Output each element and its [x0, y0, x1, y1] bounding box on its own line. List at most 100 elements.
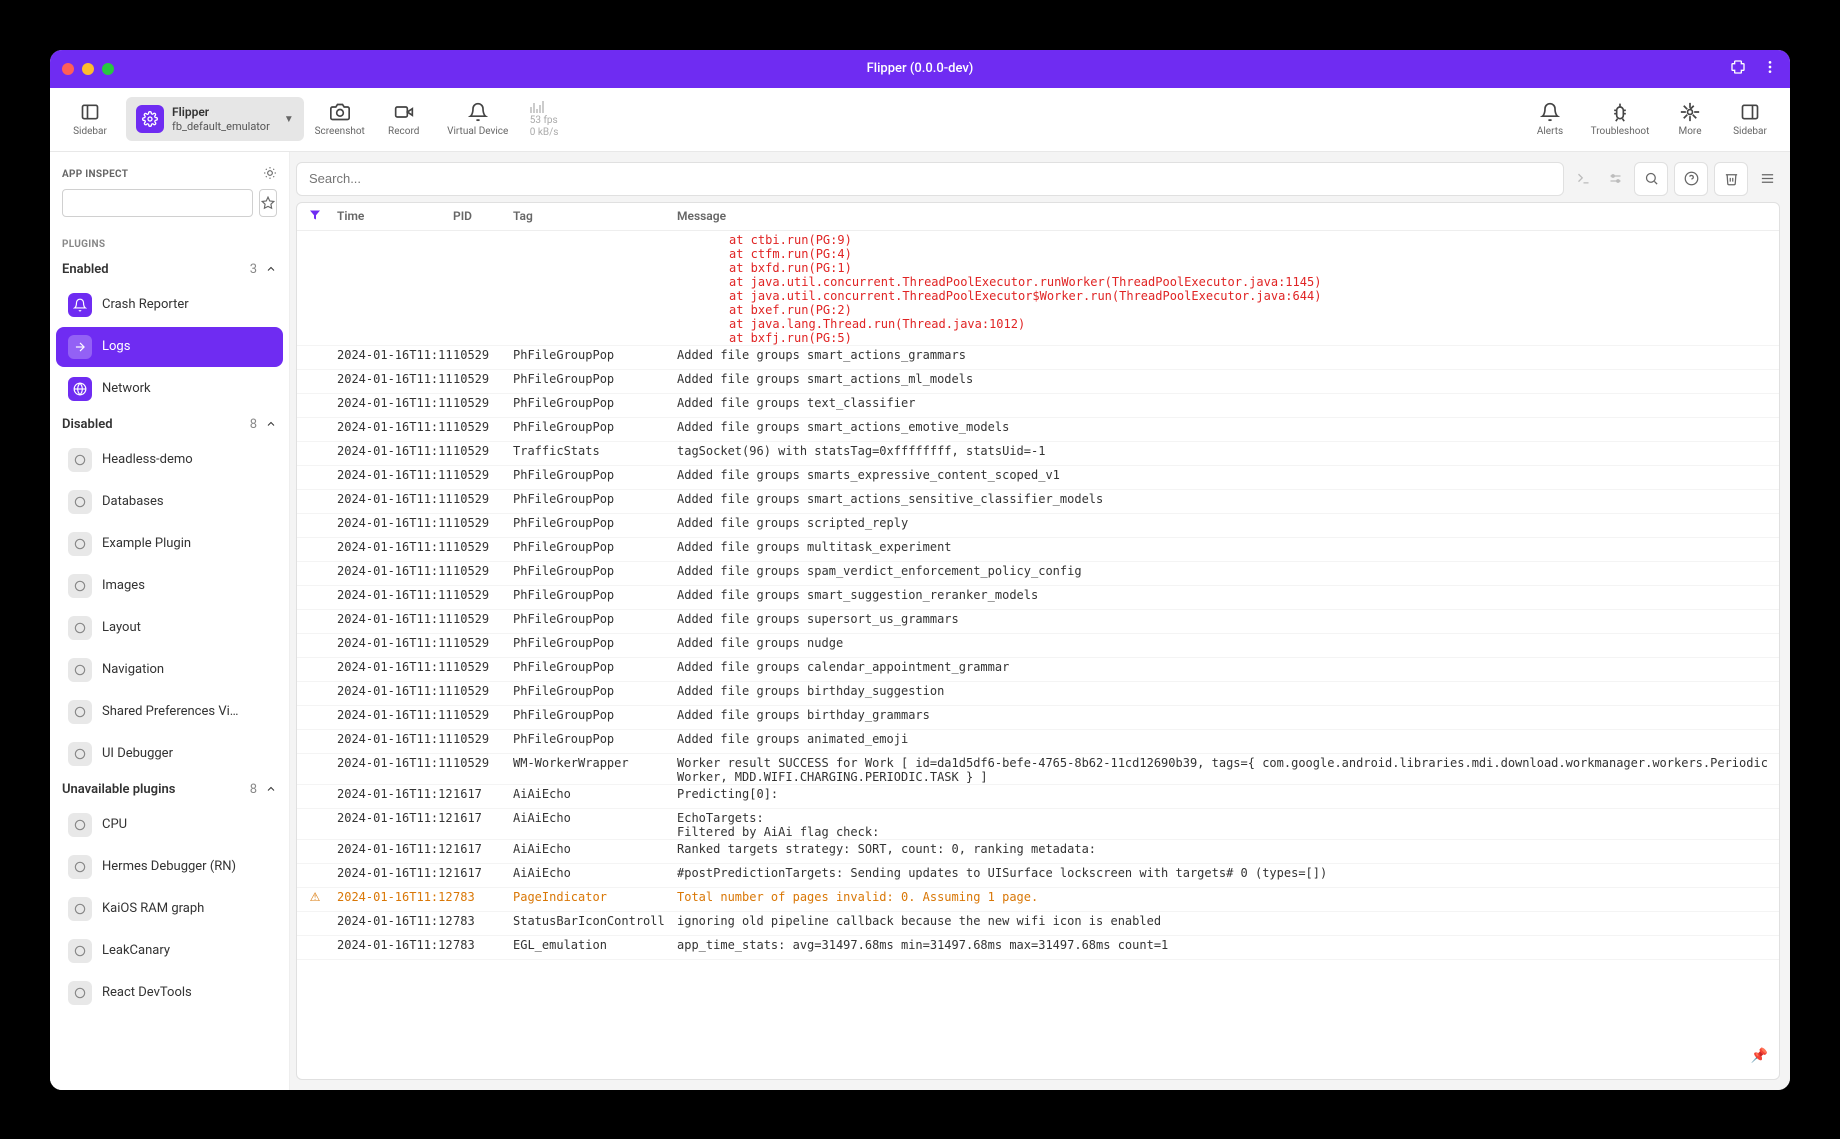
- log-row[interactable]: 2024-01-16T11:1110529PhFileGroupPopAdded…: [297, 586, 1779, 610]
- log-row[interactable]: 2024-01-16T11:1110529TrafficStatstagSock…: [297, 442, 1779, 466]
- plugin-item-leakcanary[interactable]: LeakCanary: [56, 931, 283, 971]
- log-row[interactable]: 2024-01-16T11:1110529PhFileGroupPopAdded…: [297, 346, 1779, 370]
- plugin-label: Images: [102, 578, 145, 593]
- log-msg: Predicting[0]:: [673, 787, 1779, 801]
- plugin-item-ui-debugger[interactable]: UI Debugger: [56, 734, 283, 774]
- log-row[interactable]: 2024-01-16T11:1110529PhFileGroupPopAdded…: [297, 610, 1779, 634]
- device-selector[interactable]: Flipper fb_default_emulator ▼: [126, 97, 304, 141]
- star-button[interactable]: [259, 189, 277, 217]
- col-msg-header[interactable]: Message: [673, 209, 1779, 223]
- log-pid: 783: [453, 914, 513, 928]
- log-row[interactable]: 2024-01-16T11:12783StatusBarIconControll…: [297, 912, 1779, 936]
- plugin-item-react-devtools[interactable]: React DevTools: [56, 973, 283, 1013]
- plugin-item-hermes-debugger-rn-[interactable]: Hermes Debugger (RN): [56, 847, 283, 887]
- plugin-item-navigation[interactable]: Navigation: [56, 650, 283, 690]
- log-row[interactable]: 2024-01-16T11:1110529PhFileGroupPopAdded…: [297, 394, 1779, 418]
- delete-button[interactable]: [1714, 162, 1748, 196]
- plugin-label: KaiOS RAM graph: [102, 901, 204, 916]
- col-time-header[interactable]: Time: [333, 209, 453, 223]
- log-row[interactable]: 2024-01-16T11:1110529PhFileGroupPopAdded…: [297, 514, 1779, 538]
- log-row[interactable]: 2024-01-16T11:1110529PhFileGroupPopAdded…: [297, 706, 1779, 730]
- plugin-item-headless-demo[interactable]: Headless-demo: [56, 440, 283, 480]
- plugin-icon: [68, 700, 92, 724]
- more-button[interactable]: More: [1662, 91, 1718, 147]
- sun-icon[interactable]: [263, 166, 277, 183]
- log-time: 2024-01-16T11:12: [333, 842, 453, 856]
- log-time: 2024-01-16T11:11: [333, 660, 453, 674]
- pin-icon[interactable]: 📌: [1751, 1048, 1768, 1064]
- help-button[interactable]: [1674, 162, 1708, 196]
- log-tag: PhFileGroupPop: [513, 708, 673, 722]
- group-enabled-header[interactable]: Enabled 3: [50, 256, 289, 283]
- log-pid: 10529: [453, 540, 513, 554]
- search-button[interactable]: [1634, 162, 1668, 196]
- settings-sliders-icon[interactable]: [1602, 162, 1628, 196]
- log-time: 2024-01-16T11:12: [333, 866, 453, 880]
- log-row[interactable]: 2024-01-16T11:12783EGL_emulationapp_time…: [297, 936, 1779, 960]
- plugin-item-layout[interactable]: Layout: [56, 608, 283, 648]
- terminal-icon[interactable]: [1570, 162, 1596, 196]
- search-input[interactable]: [296, 162, 1564, 196]
- log-row[interactable]: 2024-01-16T11:121617AiAiEcho#postPredict…: [297, 864, 1779, 888]
- main-panel: Time PID Tag Message at ctbi.run(PG:9) a…: [290, 152, 1790, 1090]
- hamburger-menu-icon[interactable]: [1754, 162, 1780, 196]
- log-msg: Added file groups nudge: [673, 636, 1779, 650]
- log-row[interactable]: 2024-01-16T11:1110529PhFileGroupPopAdded…: [297, 682, 1779, 706]
- maximize-window-button[interactable]: [102, 63, 114, 75]
- log-row[interactable]: 2024-01-16T11:1110529PhFileGroupPopAdded…: [297, 538, 1779, 562]
- plugin-item-databases[interactable]: Databases: [56, 482, 283, 522]
- plugin-item-logs[interactable]: Logs: [56, 327, 283, 367]
- alerts-button[interactable]: Alerts: [1522, 91, 1578, 147]
- log-tag: PhFileGroupPop: [513, 492, 673, 506]
- col-pid-header[interactable]: PID: [453, 209, 513, 223]
- col-tag-header[interactable]: Tag: [513, 209, 673, 223]
- log-row[interactable]: 2024-01-16T11:1110529PhFileGroupPopAdded…: [297, 658, 1779, 682]
- log-row[interactable]: 2024-01-16T11:1110529PhFileGroupPopAdded…: [297, 490, 1779, 514]
- log-row[interactable]: 2024-01-16T11:121617AiAiEchoEchoTargets:…: [297, 809, 1779, 840]
- log-row[interactable]: 2024-01-16T11:1110529PhFileGroupPopAdded…: [297, 562, 1779, 586]
- log-row[interactable]: 2024-01-16T11:1110529PhFileGroupPopAdded…: [297, 466, 1779, 490]
- log-row[interactable]: 2024-01-16T11:121617AiAiEchoRanked targe…: [297, 840, 1779, 864]
- plugin-item-example-plugin[interactable]: Example Plugin: [56, 524, 283, 564]
- log-row[interactable]: 2024-01-16T11:1110529PhFileGroupPopAdded…: [297, 418, 1779, 442]
- group-disabled-header[interactable]: Disabled 8: [50, 411, 289, 438]
- log-tag: WM-WorkerWrapper: [513, 756, 673, 770]
- extension-icon[interactable]: [1730, 59, 1746, 79]
- log-time: 2024-01-16T11:11: [333, 684, 453, 698]
- log-tag: PageIndicator: [513, 890, 673, 904]
- log-row[interactable]: 2024-01-16T11:1110529PhFileGroupPopAdded…: [297, 730, 1779, 754]
- log-row[interactable]: 2024-01-16T11:1110529WM-WorkerWrapperWor…: [297, 754, 1779, 785]
- log-msg: Added file groups smarts_expressive_cont…: [673, 468, 1779, 482]
- plugin-icon: [68, 939, 92, 963]
- plugin-item-kaios-ram-graph[interactable]: KaiOS RAM graph: [56, 889, 283, 929]
- plugin-item-crash-reporter[interactable]: Crash Reporter: [56, 285, 283, 325]
- log-row[interactable]: 2024-01-16T11:121617AiAiEchoPredicting[0…: [297, 785, 1779, 809]
- log-time: 2024-01-16T11:12: [333, 938, 453, 952]
- log-row[interactable]: 2024-01-16T11:1110529PhFileGroupPopAdded…: [297, 634, 1779, 658]
- group-unavailable-header[interactable]: Unavailable plugins 8: [50, 776, 289, 803]
- log-tag: PhFileGroupPop: [513, 348, 673, 362]
- inspect-filter-input[interactable]: [62, 189, 253, 217]
- log-row[interactable]: 2024-01-16T11:12783PageIndicatorTotal nu…: [297, 888, 1779, 912]
- minimize-window-button[interactable]: [82, 63, 94, 75]
- kebab-menu-icon[interactable]: [1762, 59, 1778, 79]
- troubleshoot-button[interactable]: Troubleshoot: [1582, 91, 1658, 147]
- screenshot-button[interactable]: Screenshot: [312, 91, 368, 147]
- record-button[interactable]: Record: [376, 91, 432, 147]
- log-row[interactable]: at ctbi.run(PG:9) at ctfm.run(PG:4) at b…: [297, 231, 1779, 346]
- close-window-button[interactable]: [62, 63, 74, 75]
- virtual-device-button[interactable]: Virtual Device: [440, 91, 516, 147]
- plugin-item-shared-preferences-vi-[interactable]: Shared Preferences Vi…: [56, 692, 283, 732]
- right-sidebar-button[interactable]: Sidebar: [1722, 91, 1778, 147]
- log-pid: 10529: [453, 396, 513, 410]
- plugin-item-images[interactable]: Images: [56, 566, 283, 606]
- log-row[interactable]: 2024-01-16T11:1110529PhFileGroupPopAdded…: [297, 370, 1779, 394]
- plugin-item-network[interactable]: Network: [56, 369, 283, 409]
- log-pid: 10529: [453, 420, 513, 434]
- group-disabled-name: Disabled: [62, 417, 113, 432]
- sidebar-toggle-button[interactable]: Sidebar: [62, 91, 118, 147]
- plugin-item-cpu[interactable]: CPU: [56, 805, 283, 845]
- log-tag: AiAiEcho: [513, 787, 673, 801]
- plugin-icon: [68, 855, 92, 879]
- filter-icon[interactable]: [297, 209, 333, 224]
